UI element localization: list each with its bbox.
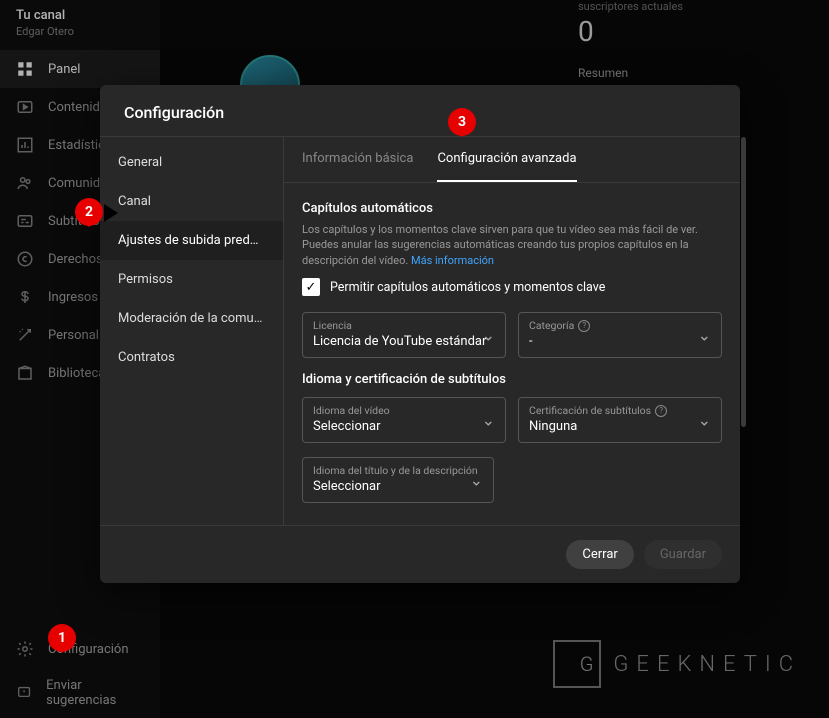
sidenav-upload-defaults[interactable]: Ajustes de subida predeterm... — [100, 221, 283, 260]
video-lang-value: Seleccionar — [313, 419, 495, 434]
sidenav-contracts[interactable]: Contratos — [100, 338, 283, 377]
more-info-link[interactable]: Más información — [411, 254, 494, 267]
sidenav-moderation[interactable]: Moderación de la comunidad — [100, 299, 283, 338]
watermark: G GEEKNETIC — [553, 640, 801, 688]
chevron-down-icon: ⌄ — [698, 411, 711, 430]
category-value: - — [529, 334, 711, 349]
sub-cert-select[interactable]: Certificación de subtítulos? Ninguna ⌄ — [518, 397, 722, 443]
title-lang-value: Seleccionar — [313, 479, 483, 494]
tab-basic-info[interactable]: Información básica — [302, 137, 413, 182]
sidenav-general[interactable]: General — [100, 143, 283, 182]
video-lang-label: Idioma del vídeo — [313, 404, 495, 417]
license-label: Licencia — [313, 319, 495, 332]
video-lang-select[interactable]: Idioma del vídeo Seleccionar ⌄ — [302, 397, 506, 443]
annotation-bubble-1: 1 — [48, 624, 76, 652]
title-lang-label: Idioma del título y de la descripción — [313, 464, 483, 477]
help-icon[interactable]: ? — [655, 405, 667, 417]
modal-footer: Cerrar Guardar — [100, 525, 740, 583]
modal-body: General Canal Ajustes de subida predeter… — [100, 136, 740, 525]
panel: Capítulos automáticos Los capítulos y lo… — [284, 183, 740, 525]
sidenav-channel[interactable]: Canal — [100, 182, 283, 221]
chapters-checkbox[interactable]: ✓ — [302, 278, 320, 296]
sidenav-permissions[interactable]: Permisos — [100, 260, 283, 299]
help-icon[interactable]: ? — [578, 320, 590, 332]
chevron-down-icon: ⌄ — [482, 326, 495, 345]
watermark-logo: G — [553, 640, 601, 688]
chevron-down-icon: ⌄ — [698, 326, 711, 345]
arrow-right-icon — [104, 204, 127, 222]
scrollbar[interactable] — [741, 137, 746, 427]
category-label: Categoría? — [529, 319, 711, 332]
modal-title: Configuración — [100, 85, 740, 136]
settings-modal: Configuración General Canal Ajustes de s… — [100, 85, 740, 583]
category-select[interactable]: Categoría? - ⌄ — [518, 312, 722, 358]
annotation-bubble-2: 2 — [75, 198, 103, 226]
lang-section-title: Idioma y certificación de subtítulos — [302, 372, 722, 387]
sub-cert-value: Ninguna — [529, 419, 711, 434]
title-lang-select[interactable]: Idioma del título y de la descripción Se… — [302, 457, 494, 503]
chapters-title: Capítulos automáticos — [302, 201, 722, 216]
save-button[interactable]: Guardar — [644, 540, 722, 569]
watermark-text: GEEKNETIC — [613, 652, 801, 677]
checkbox-row[interactable]: ✓ Permitir capítulos automáticos y momen… — [302, 278, 722, 296]
annotation-bubble-3: 3 — [448, 108, 476, 136]
modal-sidenav: General Canal Ajustes de subida predeter… — [100, 137, 284, 525]
license-select[interactable]: Licencia Licencia de YouTube estándar ⌄ — [302, 312, 506, 358]
tabs: Información básica Configuración avanzad… — [284, 137, 740, 183]
chapters-desc: Los capítulos y los momentos clave sirve… — [302, 222, 722, 268]
tab-advanced-config[interactable]: Configuración avanzada — [437, 137, 576, 182]
chevron-down-icon: ⌄ — [482, 411, 495, 430]
chevron-down-icon: ⌄ — [470, 471, 483, 490]
license-value: Licencia de YouTube estándar — [313, 334, 495, 349]
close-button[interactable]: Cerrar — [566, 540, 633, 569]
checkbox-label: Permitir capítulos automáticos y momento… — [330, 280, 605, 295]
modal-content: Información básica Configuración avanzad… — [284, 137, 740, 525]
sub-cert-label: Certificación de subtítulos? — [529, 404, 711, 417]
